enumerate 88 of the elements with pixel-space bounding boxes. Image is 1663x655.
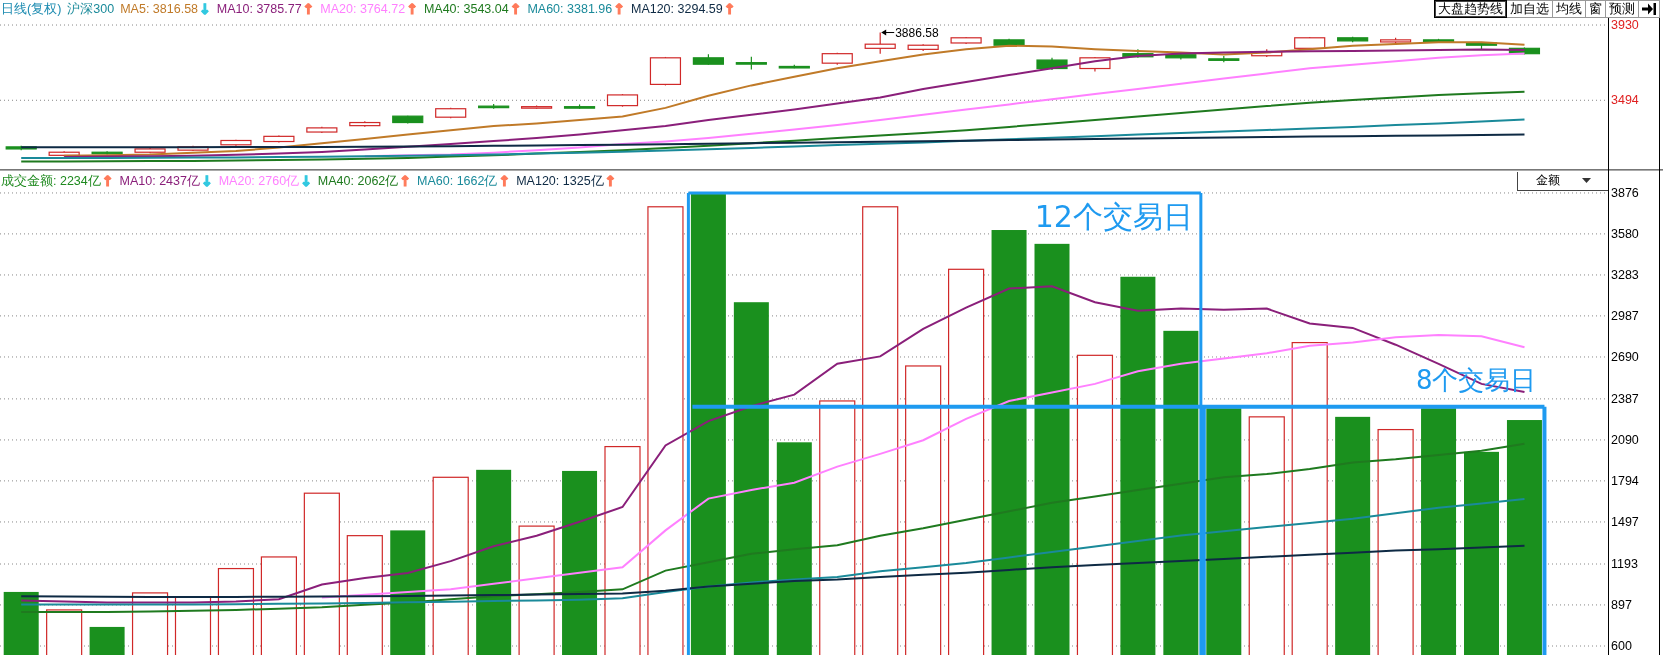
candlestick [606,93,639,108]
arrow-to-bar-icon [1642,3,1656,15]
high-price-label: 3886.58 [895,25,939,40]
ma-legend-item: MA5: 3816.58 [120,2,199,16]
candlestick [177,145,209,152]
candlestick [735,56,767,71]
ma-legend-item: MA10: 3785.77 [216,2,302,16]
toolbar-button[interactable]: 大盘趋势线 [1434,0,1507,18]
candlestick [993,38,1025,47]
trend-arrow: ↓ [199,1,211,17]
axis-label: 3580 [1611,226,1639,241]
candlestick [263,134,295,143]
trend-arrow: ↑ [509,1,522,17]
toolbar-button[interactable]: 预测 [1606,0,1639,18]
candlestick [692,53,724,66]
candlestick [349,120,381,128]
candlestick [778,64,810,69]
candlestick [5,145,37,151]
annotation-label: 12个交易日 [1034,198,1193,234]
candlestick [1079,56,1111,73]
toolbar-button[interactable]: 均线 [1553,0,1586,18]
candlestick [1422,38,1455,44]
caret-icon [1581,178,1591,183]
ma-legend-item: MA120: 3294.59 [630,2,723,16]
candlestick [435,107,467,119]
ma-legend-item: MA20: 2760亿 [218,172,300,190]
candlestick [1380,37,1412,44]
candlestick [134,147,166,154]
trend-arrow: ↑ [604,173,617,189]
index-name: 沪深300 [67,0,115,18]
trend-arrow: ↑ [406,1,418,17]
candlestick [950,36,982,45]
axis-label: 2690 [1611,349,1639,364]
axis-label: 1497 [1611,514,1639,529]
axis-label: 1193 [1611,557,1638,571]
trend-arrow: ↑ [101,173,114,189]
collapse-button[interactable] [1639,0,1660,18]
axis-label: 3930 [1611,18,1639,33]
candlestick [821,52,853,66]
ma-legend-item: MA40: 2062亿 [317,172,399,190]
candlestick [48,150,80,157]
trend-arrow: ↑ [399,173,412,189]
trend-arrow: ↑ [613,1,625,17]
axis-label: 2090 [1611,432,1639,447]
candlestick [1036,57,1068,71]
ma-legend-item: MA60: 1662亿 [417,172,498,190]
candlestick [521,105,553,110]
candlestick [1508,46,1541,55]
ma-legend-item: MA60: 3381.96 [527,2,613,16]
trend-arrow: ↓ [200,173,213,189]
trend-arrow: ↑ [302,1,315,17]
axis-label: 3494 [1611,93,1639,108]
candlestick [907,43,939,52]
ma-legend-item: MA20: 3764.72 [320,2,406,16]
trend-arrow: ↑ [498,173,511,189]
indicator-dropdown[interactable]: 金额 [1517,171,1608,191]
axis-label: 600 [1611,639,1632,653]
axis-label: 3283 [1611,267,1639,282]
volume-bar [89,626,125,655]
turnover-legend: 成交金额: 2234亿 [1,172,101,190]
candlestick [220,139,252,147]
candlestick [306,126,338,134]
candlestick [1251,48,1283,58]
ma-legend-item: MA120: 1325亿 [516,172,604,190]
axis-label: 2987 [1611,308,1639,323]
pointer-arrow-icon [881,29,895,36]
trend-arrow: ↑ [723,1,736,17]
candlestick [478,103,510,110]
axis-label: 1794 [1611,473,1639,488]
axis-label: 897 [1611,597,1632,612]
toolbar-button[interactable]: 窗 [1586,0,1606,18]
ma-legend-item: MA40: 3543.04 [423,2,509,16]
candlestick [392,115,424,124]
candlestick [1294,36,1326,50]
axis-label: 2387 [1611,391,1639,406]
candlestick [1122,48,1154,59]
candlestick [649,56,682,87]
candlestick [1165,52,1197,61]
candlestick [91,150,123,156]
volume-bar [3,591,39,655]
period-label: 日线(复权) [1,0,62,18]
ma-legend-item: MA10: 2437亿 [119,172,200,190]
candlestick [1465,41,1498,50]
candlestick [864,31,896,55]
toolbar-button[interactable]: 加自选 [1507,0,1553,18]
trend-arrow: ↓ [300,173,312,189]
axis-label: 3876 [1611,185,1639,200]
candlestick [1337,36,1369,43]
